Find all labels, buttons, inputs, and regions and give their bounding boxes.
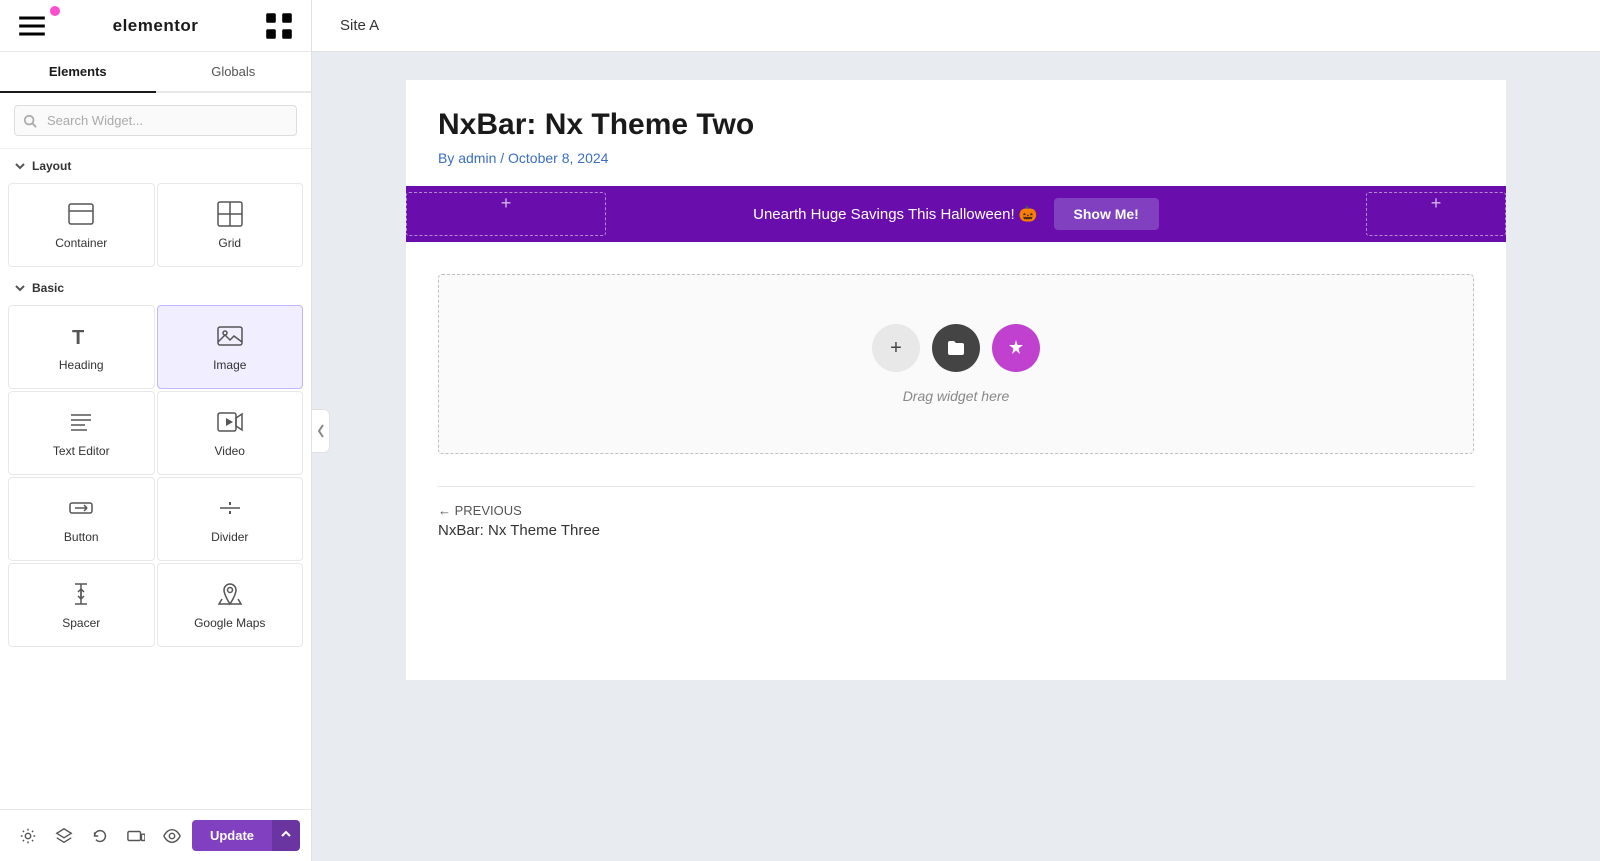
search-bar <box>0 93 311 149</box>
widget-spacer-label: Spacer <box>62 616 100 630</box>
widget-divider-label: Divider <box>211 530 248 544</box>
section-basic-header[interactable]: Basic <box>0 271 311 301</box>
responsive-button[interactable] <box>120 820 152 852</box>
hamburger-button[interactable] <box>16 10 48 42</box>
widget-divider[interactable]: Divider <box>157 477 304 561</box>
tab-elements[interactable]: Elements <box>0 52 156 93</box>
heading-icon: T <box>67 322 95 350</box>
search-input[interactable] <box>14 105 297 136</box>
grid-widget-icon <box>216 200 244 228</box>
svg-text:T: T <box>72 327 84 349</box>
widgets-area: Layout Container Grid <box>0 149 311 861</box>
widget-heading[interactable]: T Heading <box>8 305 155 389</box>
chevron-down-icon <box>14 160 26 172</box>
widget-spacer[interactable]: Spacer <box>8 563 155 647</box>
widget-image-label: Image <box>213 358 246 372</box>
tab-globals[interactable]: Globals <box>156 52 312 93</box>
site-name: Site A <box>340 17 379 34</box>
previous-label: ← PREVIOUS <box>438 503 1474 518</box>
preview-button[interactable] <box>156 820 188 852</box>
sidebar-tabs: Elements Globals <box>0 52 311 93</box>
widget-image[interactable]: Image <box>157 305 304 389</box>
widget-google-maps-label: Google Maps <box>194 616 265 630</box>
sidebar-footer: Update <box>0 809 312 861</box>
site-header: Site A <box>312 0 1600 52</box>
basic-widget-grid: T Heading Image <box>0 301 311 651</box>
layers-button[interactable] <box>48 820 80 852</box>
elementor-logo: elementor <box>113 16 199 36</box>
magic-icon <box>1006 338 1026 358</box>
page-content: NxBar: Nx Theme Two By admin / October 8… <box>312 52 1600 861</box>
drop-zone-actions: + <box>872 324 1040 372</box>
history-icon <box>91 827 109 845</box>
show-me-button[interactable]: Show Me! <box>1054 198 1159 230</box>
button-icon <box>67 494 95 522</box>
layers-icon <box>55 827 73 845</box>
history-button[interactable] <box>84 820 116 852</box>
grid-icon <box>263 10 295 42</box>
widget-video[interactable]: Video <box>157 391 304 475</box>
main-content: Site A NxBar: Nx Theme Two By admin / Oc… <box>312 0 1600 861</box>
chevron-left-icon <box>316 424 326 438</box>
divider-icon <box>216 494 244 522</box>
update-button[interactable]: Update <box>192 820 272 851</box>
google-maps-icon <box>216 580 244 608</box>
widget-button[interactable]: Button <box>8 477 155 561</box>
spacer-icon <box>67 580 95 608</box>
widget-grid[interactable]: Grid <box>157 183 304 267</box>
section-layout-label: Layout <box>32 159 71 173</box>
widget-button-label: Button <box>64 530 99 544</box>
widget-heading-label: Heading <box>59 358 104 372</box>
drop-zone: + Drag widget here <box>438 274 1474 454</box>
banner-drop-zone-right: + <box>1366 192 1506 236</box>
sidebar-collapse-handle[interactable] <box>312 409 330 453</box>
search-icon <box>23 114 37 128</box>
update-chevron-button[interactable] <box>272 820 300 851</box>
banner-drop-zone-left: + <box>406 192 606 236</box>
sidebar-header: elementor <box>0 0 311 52</box>
banner-text: Unearth Huge Savings This Halloween! 🎃 <box>753 205 1037 223</box>
apps-button[interactable] <box>263 10 295 42</box>
add-widget-button[interactable]: + <box>872 324 920 372</box>
video-icon <box>216 408 244 436</box>
folder-icon <box>946 338 966 358</box>
responsive-icon <box>127 827 145 845</box>
widget-google-maps[interactable]: Google Maps <box>157 563 304 647</box>
widget-video-label: Video <box>215 444 245 458</box>
layout-widget-grid: Container Grid <box>0 179 311 271</box>
update-button-wrap: Update <box>192 820 300 851</box>
previous-section: ← PREVIOUS NxBar: Nx Theme Three <box>438 486 1474 539</box>
settings-button[interactable] <box>12 820 44 852</box>
page-container: NxBar: Nx Theme Two By admin / October 8… <box>406 80 1506 680</box>
ai-button[interactable] <box>992 324 1040 372</box>
section-layout-header[interactable]: Layout <box>0 149 311 179</box>
eye-icon <box>163 827 181 845</box>
image-icon <box>216 322 244 350</box>
widget-container[interactable]: Container <box>8 183 155 267</box>
previous-title: NxBar: Nx Theme Three <box>438 522 1474 539</box>
container-icon <box>67 200 95 228</box>
post-meta: By admin / October 8, 2024 <box>438 150 1474 166</box>
promo-banner: + Unearth Huge Savings This Halloween! 🎃… <box>406 186 1506 242</box>
section-basic-label: Basic <box>32 281 64 295</box>
chevron-up-icon <box>280 828 292 840</box>
notification-dot <box>50 6 60 16</box>
settings-icon <box>19 827 37 845</box>
text-editor-icon <box>67 408 95 436</box>
drop-zone-label: Drag widget here <box>903 388 1010 404</box>
template-button[interactable] <box>932 324 980 372</box>
widget-container-label: Container <box>55 236 107 250</box>
widget-text-editor-label: Text Editor <box>53 444 110 458</box>
widget-grid-label: Grid <box>218 236 241 250</box>
chevron-down-icon-basic <box>14 282 26 294</box>
hamburger-icon <box>16 10 48 42</box>
post-title: NxBar: Nx Theme Two <box>438 108 1474 142</box>
widget-text-editor[interactable]: Text Editor <box>8 391 155 475</box>
